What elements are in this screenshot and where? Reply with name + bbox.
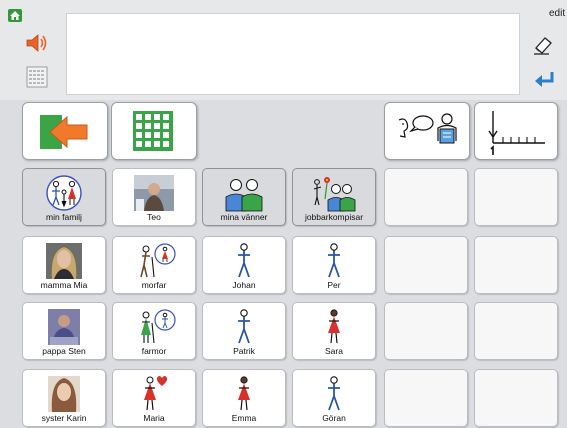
cell-label: Patrik xyxy=(233,346,255,356)
teo-photo xyxy=(134,175,174,211)
message-window[interactable] xyxy=(66,13,520,95)
clear-button[interactable] xyxy=(531,33,555,57)
cell-empty[interactable] xyxy=(384,168,468,226)
family-icon xyxy=(46,175,82,211)
grandmother-icon xyxy=(141,309,176,344)
cell-jobbarkompisar[interactable]: jobbarkompisar xyxy=(292,168,376,226)
mamma-mia-photo xyxy=(46,243,82,279)
talk-button[interactable] xyxy=(384,102,470,160)
keyboard-icon xyxy=(26,66,48,88)
edit-button[interactable]: edit xyxy=(549,8,565,19)
cell-empty[interactable] xyxy=(474,369,558,427)
colleagues-icon xyxy=(313,177,356,212)
keyboard-button[interactable] xyxy=(26,66,48,88)
home-icon xyxy=(10,11,20,20)
man-icon xyxy=(328,376,340,411)
speaker-icon xyxy=(26,34,47,52)
talk-icon xyxy=(398,113,457,144)
enter-icon xyxy=(535,72,554,87)
cell-maria[interactable]: Maria xyxy=(112,369,196,427)
cell-label: morfar xyxy=(141,280,167,290)
cell-empty[interactable] xyxy=(384,369,468,427)
home-button[interactable] xyxy=(8,9,22,22)
top-toolbar: edit xyxy=(0,0,567,100)
cell-empty[interactable] xyxy=(384,236,468,294)
cell-label: Sara xyxy=(325,346,343,356)
cell-empty[interactable] xyxy=(474,302,558,360)
cell-min-familj[interactable]: min familj xyxy=(22,168,106,226)
grandfather-icon xyxy=(140,243,176,278)
enter-button[interactable] xyxy=(533,70,557,90)
girlfriend-icon xyxy=(144,376,168,411)
friends-icon xyxy=(225,179,263,212)
pappa-sten-photo xyxy=(48,309,80,345)
eraser-icon xyxy=(534,37,552,55)
cell-label: mina vänner xyxy=(220,212,268,222)
cell-mamma-mia[interactable]: mamma Mia xyxy=(22,236,106,294)
cell-morfar[interactable]: morfar xyxy=(112,236,196,294)
woman-icon xyxy=(328,309,340,344)
cell-label: farmor xyxy=(141,346,167,356)
back-arrow-icon xyxy=(40,115,88,149)
grid-icon xyxy=(133,111,173,151)
cell-emma[interactable]: Emma xyxy=(202,369,286,427)
syster-karin-photo xyxy=(48,376,80,412)
cell-goran[interactable]: Göran xyxy=(292,369,376,427)
back-button[interactable] xyxy=(22,102,108,160)
cell-syster-karin[interactable]: syster Karin xyxy=(22,369,106,427)
grid-button[interactable] xyxy=(111,102,197,160)
cell-per[interactable]: Per xyxy=(292,236,376,294)
cell-label: min familj xyxy=(46,212,82,222)
man-icon xyxy=(328,243,340,278)
cell-label: Göran xyxy=(322,413,346,423)
cell-label: Teo xyxy=(147,212,161,222)
cell-pappa-sten[interactable]: pappa Sten xyxy=(22,302,106,360)
cell-label: Emma xyxy=(231,413,257,423)
woman-icon xyxy=(238,376,250,411)
cell-label: jobbarkompisar xyxy=(304,212,364,222)
cell-label: pappa Sten xyxy=(42,346,86,356)
cell-label: mamma Mia xyxy=(40,280,88,290)
cell-johan[interactable]: Johan xyxy=(202,236,286,294)
cell-empty[interactable] xyxy=(384,302,468,360)
cell-empty[interactable] xyxy=(474,168,558,226)
cell-patrik[interactable]: Patrik xyxy=(202,302,286,360)
cell-label: Maria xyxy=(143,413,165,423)
cell-mina-vanner[interactable]: mina vänner xyxy=(202,168,286,226)
cell-farmor[interactable]: farmor xyxy=(112,302,196,360)
number-line-button[interactable] xyxy=(474,102,558,160)
speaker-button[interactable] xyxy=(24,30,50,56)
number-line-icon xyxy=(488,111,545,155)
cell-teo[interactable]: Teo xyxy=(112,168,196,226)
man-icon xyxy=(238,243,250,278)
cell-empty[interactable] xyxy=(474,236,558,294)
cell-label: Johan xyxy=(232,280,256,290)
man-icon xyxy=(238,309,250,344)
cell-sara[interactable]: Sara xyxy=(292,302,376,360)
cell-label: Per xyxy=(327,280,341,290)
cell-label: syster Karin xyxy=(41,413,87,423)
